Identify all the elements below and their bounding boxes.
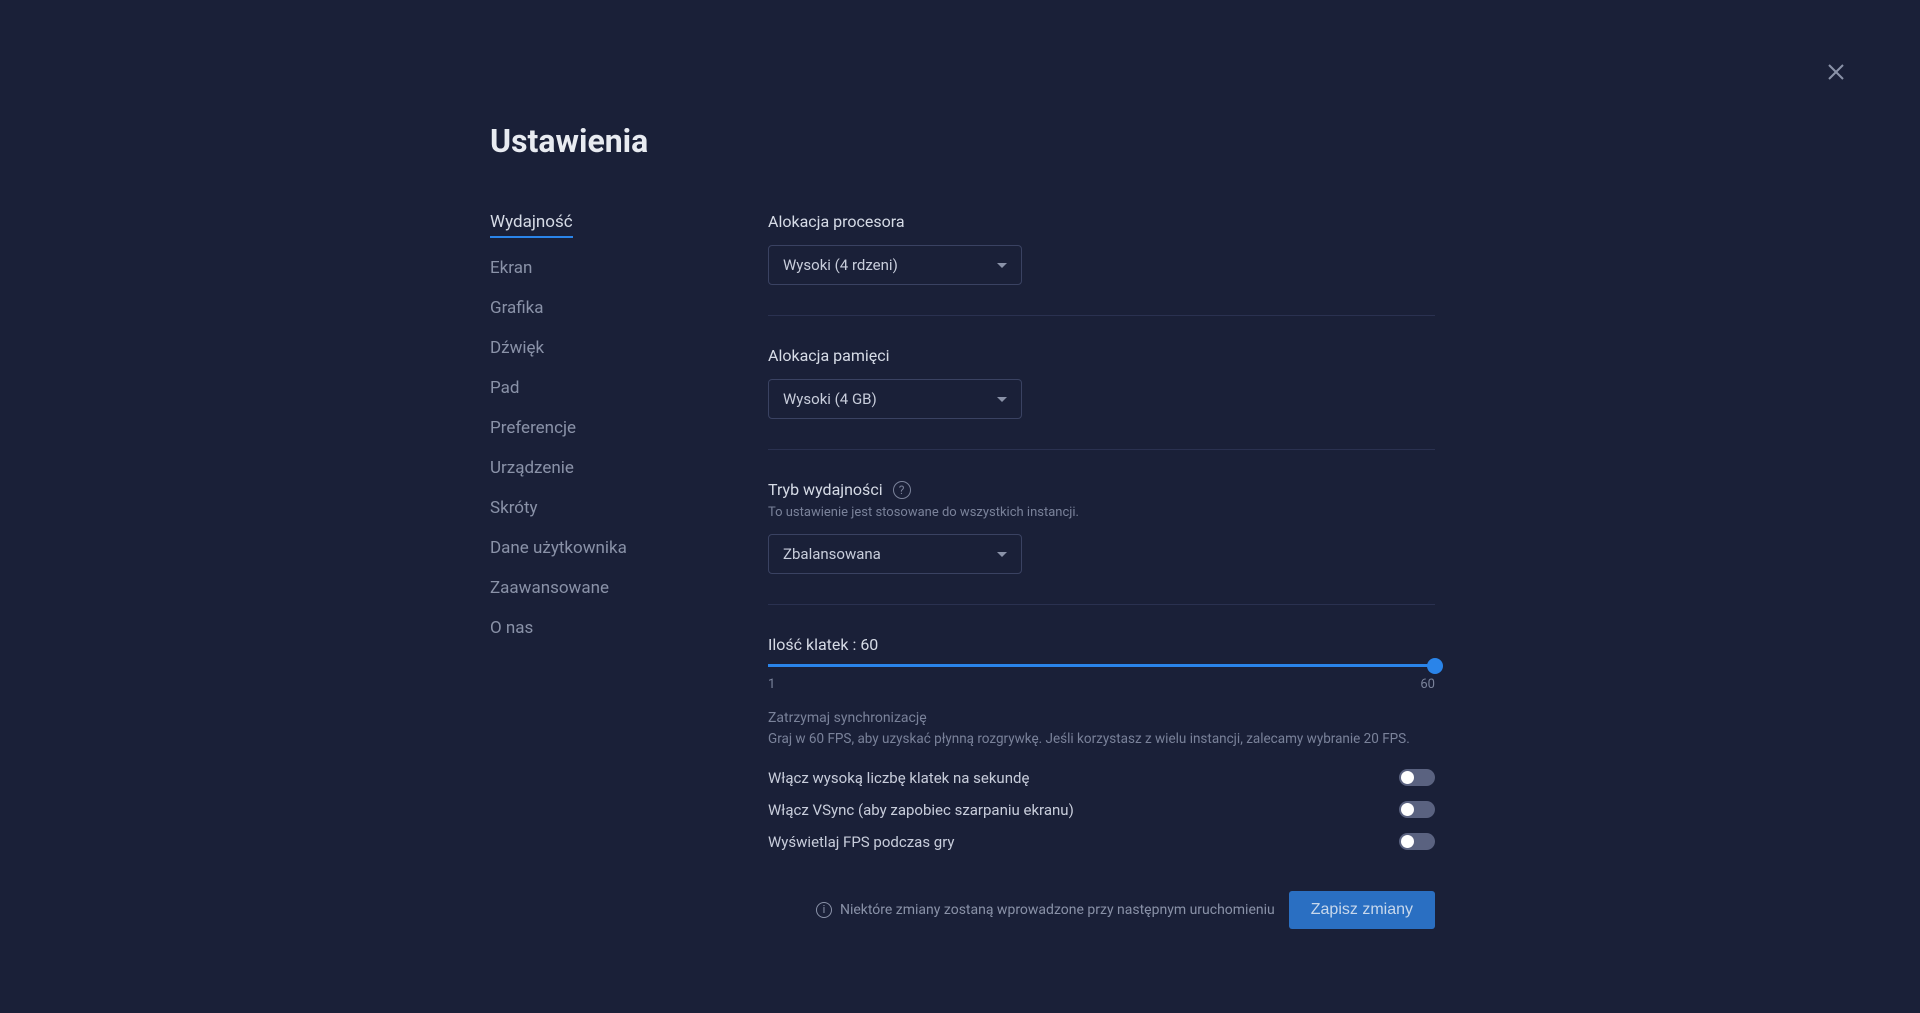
sidebar-item-label: Dane użytkownika bbox=[490, 538, 627, 558]
memory-allocation-label: Alokacja pamięci bbox=[768, 346, 1435, 365]
toggle-knob bbox=[1401, 803, 1414, 816]
sidebar-item-label: Ekran bbox=[490, 258, 532, 278]
select-value: Zbalansowana bbox=[783, 545, 881, 563]
frames-label: Ilość klatek : 60 bbox=[768, 635, 1435, 654]
sidebar-item-label: Urządzenie bbox=[490, 458, 574, 478]
performance-mode-select[interactable]: Zbalansowana bbox=[768, 534, 1022, 574]
save-button[interactable]: Zapisz zmiany bbox=[1289, 891, 1435, 929]
sidebar-item-device[interactable]: Urządzenie bbox=[490, 458, 680, 478]
sidebar-item-preferences[interactable]: Preferencje bbox=[490, 418, 680, 438]
sidebar-item-userdata[interactable]: Dane użytkownika bbox=[490, 538, 680, 558]
sidebar-item-label: Skróty bbox=[490, 498, 538, 518]
high-fps-label: Włącz wysoką liczbę klatek na sekundę bbox=[768, 769, 1029, 787]
sync-title: Zatrzymaj synchronizację bbox=[768, 710, 1435, 726]
sidebar-item-label: Pad bbox=[490, 378, 519, 398]
help-icon[interactable]: ? bbox=[893, 481, 911, 499]
sidebar-item-label: Grafika bbox=[490, 298, 544, 318]
frames-value: 60 bbox=[860, 635, 878, 654]
label-text: Tryb wydajności bbox=[768, 480, 883, 499]
vsync-toggle[interactable] bbox=[1399, 801, 1435, 818]
sidebar-item-about[interactable]: O nas bbox=[490, 618, 680, 638]
sidebar-item-label: Wydajność bbox=[490, 212, 573, 232]
sidebar-item-sound[interactable]: Dźwięk bbox=[490, 338, 680, 358]
cpu-allocation-select[interactable]: Wysoki (4 rdzeni) bbox=[768, 245, 1022, 285]
select-value: Wysoki (4 rdzeni) bbox=[783, 256, 898, 274]
page-title: Ustawienia bbox=[490, 122, 1435, 160]
cpu-allocation-label: Alokacja procesora bbox=[768, 212, 1435, 231]
footer-info-text: Niektóre zmiany zostaną wprowadzone przy… bbox=[840, 902, 1275, 918]
slider-thumb[interactable] bbox=[1427, 658, 1443, 674]
show-fps-label: Wyświetlaj FPS podczas gry bbox=[768, 833, 955, 851]
high-fps-toggle[interactable] bbox=[1399, 769, 1435, 786]
sync-description: Graj w 60 FPS, aby uzyskać płynną rozgry… bbox=[768, 730, 1435, 749]
slider-max: 60 bbox=[1420, 677, 1435, 692]
footer-info: i Niektóre zmiany zostaną wprowadzone pr… bbox=[816, 902, 1275, 918]
sidebar-item-label: Preferencje bbox=[490, 418, 576, 438]
chevron-down-icon bbox=[997, 397, 1007, 402]
sidebar-item-shortcuts[interactable]: Skróty bbox=[490, 498, 680, 518]
sidebar-item-performance[interactable]: Wydajność bbox=[490, 212, 573, 238]
settings-sidebar: Wydajność Ekran Grafika Dźwięk Pad Prefe… bbox=[490, 212, 680, 929]
toggle-knob bbox=[1401, 771, 1414, 784]
sidebar-item-pad[interactable]: Pad bbox=[490, 378, 680, 398]
sidebar-item-label: Dźwięk bbox=[490, 338, 544, 358]
label-text: Ilość klatek : bbox=[768, 635, 860, 654]
vsync-label: Włącz VSync (aby zapobiec szarpaniu ekra… bbox=[768, 801, 1074, 819]
sidebar-item-label: Zaawansowane bbox=[490, 578, 609, 598]
sidebar-item-screen[interactable]: Ekran bbox=[490, 258, 680, 278]
select-value: Wysoki (4 GB) bbox=[783, 390, 877, 408]
info-icon: i bbox=[816, 902, 832, 918]
close-icon[interactable] bbox=[1824, 60, 1848, 84]
sidebar-item-advanced[interactable]: Zaawansowane bbox=[490, 578, 680, 598]
show-fps-toggle[interactable] bbox=[1399, 833, 1435, 850]
toggle-knob bbox=[1401, 835, 1414, 848]
frames-slider[interactable] bbox=[768, 664, 1435, 667]
chevron-down-icon bbox=[997, 263, 1007, 268]
performance-mode-label: Tryb wydajności ? bbox=[768, 480, 1435, 499]
chevron-down-icon bbox=[997, 552, 1007, 557]
sidebar-item-graphics[interactable]: Grafika bbox=[490, 298, 680, 318]
performance-mode-sublabel: To ustawienie jest stosowane do wszystki… bbox=[768, 505, 1435, 520]
slider-min: 1 bbox=[768, 677, 775, 692]
memory-allocation-select[interactable]: Wysoki (4 GB) bbox=[768, 379, 1022, 419]
sidebar-item-label: O nas bbox=[490, 618, 533, 638]
